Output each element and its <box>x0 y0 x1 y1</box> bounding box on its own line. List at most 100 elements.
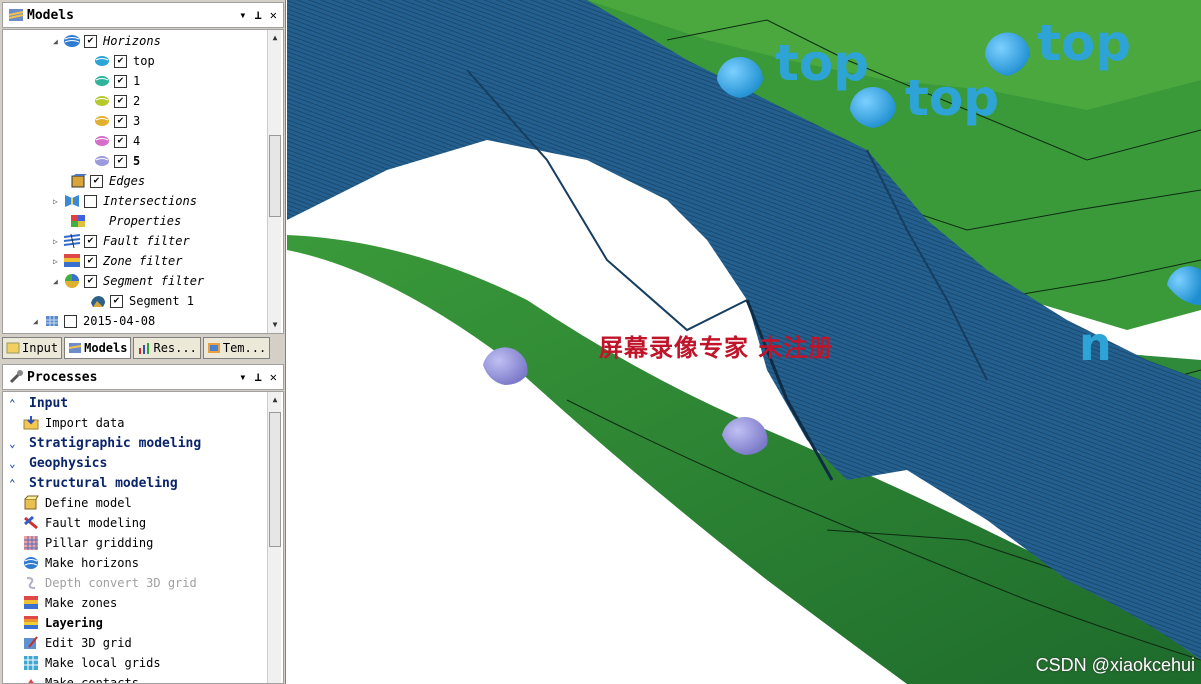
make-zones-icon <box>24 596 38 609</box>
results-tab-icon <box>139 343 150 354</box>
tab-templates[interactable]: Tem... <box>202 337 271 359</box>
tree-item-label: Horizons <box>103 34 161 48</box>
tree-item-label: Segment filter <box>103 274 205 288</box>
process-make-zones[interactable]: Make zones <box>23 593 117 613</box>
tree-item-fault-filter[interactable]: ▷ ✔ Fault filter <box>53 231 190 251</box>
checkbox[interactable] <box>64 314 77 328</box>
expand-chevron-icon[interactable]: ⌄ <box>9 457 23 470</box>
tree-item-segment-1[interactable]: ✔ Segment 1 <box>89 291 194 311</box>
scroll-down-icon[interactable]: ▼ <box>268 318 282 332</box>
tree-item-label: 1 <box>133 74 141 88</box>
segment-filter-icon <box>65 274 79 288</box>
checkbox[interactable]: ✔ <box>114 134 127 148</box>
tree-item-label: Properties <box>109 214 182 228</box>
category-structural-modeling[interactable]: ⌃ Structural modeling <box>9 473 178 493</box>
tree-item-horizon-1[interactable]: ✔ 1 <box>93 71 140 91</box>
collapse-icon[interactable]: ◢ <box>33 317 43 326</box>
horizons-icon <box>64 35 80 47</box>
make-horizons-icon <box>24 557 38 569</box>
templates-tab-icon <box>207 343 220 353</box>
fault-filter-icon <box>63 233 81 249</box>
process-depth-convert-3d-grid: Depth convert 3D grid <box>23 573 197 593</box>
checkbox[interactable]: ✔ <box>114 74 127 88</box>
scroll-up-icon[interactable]: ▲ <box>268 393 282 407</box>
models-icon <box>8 9 24 21</box>
3d-viewport[interactable]: top top top n 屏幕录像专家 未注册 CSDN @xiaokcehu… <box>287 0 1201 684</box>
tree-item-horizon-top[interactable]: ✔ top <box>93 51 155 71</box>
expand-icon[interactable]: ▷ <box>53 257 63 266</box>
pane-menu-button[interactable]: ▾ <box>239 8 246 22</box>
category-geophysics[interactable]: ⌄ Geophysics <box>9 453 107 473</box>
process-fault-modeling[interactable]: Fault modeling <box>23 513 146 533</box>
process-edit-3d-grid[interactable]: Edit 3D grid <box>23 633 132 653</box>
left-panel: Models ▾ ⊥ ✕ ◢ ✔ Horizons ✔ top ✔ 1 ✔ 2 … <box>0 0 286 684</box>
collapse-chevron-icon[interactable]: ⌃ <box>9 397 23 410</box>
checkbox[interactable]: ✔ <box>84 234 97 248</box>
process-make-local-grids[interactable]: Make local grids <box>23 653 161 673</box>
collapse-chevron-icon[interactable]: ⌃ <box>9 477 23 490</box>
tree-item-horizon-2[interactable]: ✔ 2 <box>93 91 140 111</box>
processes-pane-header: Processes ▾ ⊥ ✕ <box>2 364 284 390</box>
tab-input[interactable]: Input <box>2 337 63 359</box>
close-icon[interactable]: ✕ <box>270 370 277 384</box>
category-stratigraphic-modeling[interactable]: ⌄ Stratigraphic modeling <box>9 433 201 453</box>
tree-item-horizon-3[interactable]: ✔ 3 <box>93 111 140 131</box>
tab-models[interactable]: Models <box>64 337 132 359</box>
import-folder-icon <box>23 416 39 430</box>
processes-pane-title: Processes <box>27 369 98 385</box>
tree-item-label: 2 <box>133 94 141 108</box>
tree-item-label: Fault filter <box>103 234 190 248</box>
checkbox[interactable]: ✔ <box>84 274 97 288</box>
expand-icon[interactable]: ▷ <box>53 237 63 246</box>
expand-icon[interactable]: ▷ <box>53 197 63 206</box>
scroll-thumb[interactable] <box>269 135 281 217</box>
horizon-surface-icon <box>95 56 109 66</box>
horizon-surface-icon <box>95 76 109 86</box>
checkbox[interactable]: ✔ <box>114 114 127 128</box>
checkbox[interactable] <box>84 194 97 208</box>
close-icon[interactable]: ✕ <box>270 8 277 22</box>
pin-icon[interactable]: ⊥ <box>255 370 262 384</box>
process-make-contacts[interactable]: Make contacts <box>23 673 139 683</box>
processes-scrollbar[interactable]: ▲ <box>267 392 281 683</box>
tree-item-edges[interactable]: ✔ Edges <box>69 171 145 191</box>
checkbox[interactable]: ✔ <box>110 294 123 308</box>
models-scrollbar[interactable]: ▲ ▼ <box>267 30 281 333</box>
tab-results[interactable]: Res... <box>133 337 201 359</box>
scroll-up-icon[interactable]: ▲ <box>268 31 282 45</box>
checkbox[interactable]: ✔ <box>114 54 127 68</box>
process-label: Define model <box>45 496 132 510</box>
checkbox[interactable]: ✔ <box>84 254 97 268</box>
checkbox[interactable]: ✔ <box>90 174 103 188</box>
pane-menu-button[interactable]: ▾ <box>239 370 246 384</box>
scroll-thumb[interactable] <box>269 412 281 547</box>
checkbox[interactable]: ✔ <box>114 94 127 108</box>
well-top-label: top <box>775 34 869 92</box>
tree-item-zone-filter[interactable]: ▷ ✔ Zone filter <box>53 251 182 271</box>
process-import-data[interactable]: Import data <box>23 413 124 433</box>
layering-icon <box>24 616 38 629</box>
tree-item-horizon-4[interactable]: ✔ 4 <box>93 131 140 151</box>
tab-label: Input <box>22 341 59 355</box>
process-label: Import data <box>45 416 125 430</box>
zone-filter-icon <box>64 254 80 267</box>
tree-item-properties[interactable]: Properties <box>69 211 181 231</box>
tree-item-horizons[interactable]: ◢ ✔ Horizons <box>53 31 161 51</box>
pin-icon[interactable]: ⊥ <box>255 8 262 22</box>
tree-item-date-folder[interactable]: ◢ 2015-04-08 <box>33 311 155 331</box>
process-pillar-gridding[interactable]: Pillar gridding <box>23 533 153 553</box>
tree-item-label: 3 <box>133 114 141 128</box>
tree-item-horizon-5[interactable]: ✔ 5 <box>93 151 140 171</box>
collapse-icon[interactable]: ◢ <box>53 37 63 46</box>
process-make-horizons[interactable]: Make horizons <box>23 553 139 573</box>
checkbox[interactable]: ✔ <box>114 154 127 168</box>
checkbox[interactable]: ✔ <box>84 34 97 48</box>
category-input[interactable]: ⌃ Input <box>9 393 68 413</box>
process-layering[interactable]: Layering <box>23 613 103 633</box>
collapse-icon[interactable]: ◢ <box>53 277 63 286</box>
expand-chevron-icon[interactable]: ⌄ <box>9 437 23 450</box>
tree-item-segment-filter[interactable]: ◢ ✔ Segment filter <box>53 271 204 291</box>
horizon-surface-icon <box>95 96 109 106</box>
process-define-model[interactable]: Define model <box>23 493 132 513</box>
tree-item-intersections[interactable]: ▷ Intersections <box>53 191 197 211</box>
